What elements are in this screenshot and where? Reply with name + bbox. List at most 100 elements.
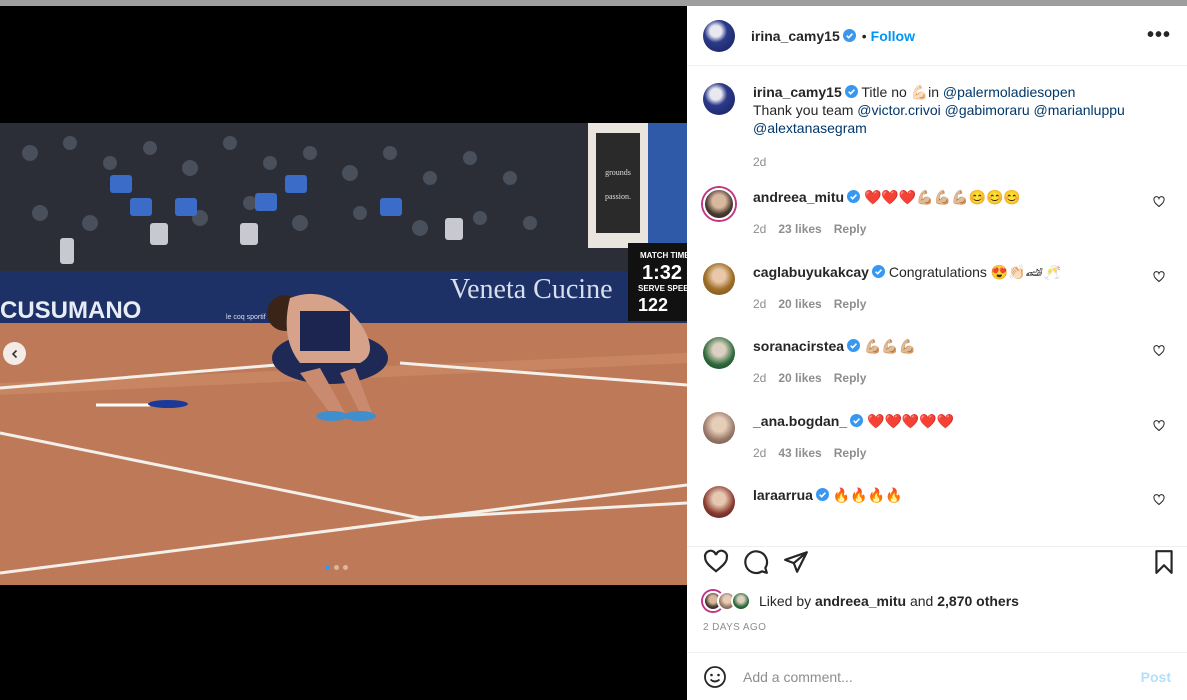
emoji-smiley-icon[interactable] [703, 665, 727, 689]
slide-dot-2 [334, 565, 339, 570]
liked-by-user[interactable]: andreea_mitu [815, 593, 906, 609]
comment-likes[interactable]: 20 likes [778, 369, 821, 387]
media-viewer: grounds passion. CUSUMANO Veneta Cucine … [0, 0, 687, 700]
chevron-left-icon [11, 349, 17, 358]
like-comment-heart-icon[interactable] [1153, 345, 1165, 357]
verified-badge-icon [842, 29, 856, 42]
comment-item: soranacirstea 💪🏼💪🏼💪🏼 2d 20 likes Reply [703, 337, 1171, 387]
brand-tag: le coq sportif [226, 314, 266, 321]
add-comment-bar: Post [687, 652, 1187, 700]
post-caption: irina_camy15 Title no 💪🏻in @palermoladie… [703, 83, 1171, 171]
browser-top-strip [0, 0, 1187, 6]
comment-username[interactable]: andreea_mitu [753, 189, 844, 205]
author-avatar[interactable] [703, 19, 735, 52]
comment-input[interactable] [743, 668, 1141, 685]
post-side-panel: irina_camy15 • Follow ••• irina_camy15 T… [687, 6, 1187, 700]
liked-by-prefix: Liked by [759, 593, 812, 609]
verified-badge-icon [847, 190, 861, 203]
comment-avatar[interactable] [703, 188, 735, 220]
like-comment-heart-icon[interactable] [1153, 420, 1165, 432]
scoreboard-title: MATCH TIME [640, 251, 687, 260]
slide-dot-1 [325, 565, 330, 570]
comment-time: 2d [753, 222, 767, 236]
sponsor-cusumano: CUSUMANO [0, 297, 141, 324]
caption-emoji: 💪🏻 [910, 84, 929, 100]
header-separator: • [861, 27, 867, 44]
comment-text: ❤️❤️❤️💪🏼💪🏼💪🏼😊😊😊 [863, 189, 1021, 205]
post-time-ago[interactable]: 2 DAYS AGO [703, 622, 766, 633]
liked-by-middle: and [909, 593, 934, 609]
comment-text: 🔥🔥🔥🔥 [832, 487, 903, 503]
mention-alextanasegram[interactable]: @alextanasegram [753, 120, 867, 136]
comment-avatar[interactable] [703, 337, 735, 369]
reply-button[interactable]: Reply [834, 369, 867, 387]
slide-dot-3 [343, 565, 348, 570]
comments-list[interactable]: irina_camy15 Title no 💪🏻in @palermoladie… [687, 67, 1187, 540]
reply-button[interactable]: Reply [834, 444, 867, 462]
comment-avatar[interactable] [703, 263, 735, 295]
liked-by-others[interactable]: 2,870 others [937, 593, 1019, 609]
comment-avatar[interactable] [703, 486, 735, 518]
liker-avatar [731, 591, 751, 611]
post-header: irina_camy15 • Follow ••• [687, 6, 1187, 66]
comment-avatar[interactable] [703, 412, 735, 444]
post-photo[interactable]: grounds passion. CUSUMANO Veneta Cucine … [0, 123, 687, 585]
banner-text-1: grounds [605, 168, 631, 177]
comment-text: ❤️❤️❤️❤️❤️ [867, 413, 955, 429]
post-comment-button[interactable]: Post [1141, 669, 1171, 685]
scoreboard-speed: 122 [638, 295, 668, 315]
scoreboard-label: SERVE SPEED [638, 284, 687, 293]
like-heart-icon[interactable] [703, 549, 729, 575]
comment-username[interactable]: _ana.bogdan_ [753, 413, 847, 429]
follow-button[interactable]: Follow [871, 28, 915, 44]
caption-text-2: in [928, 84, 943, 100]
more-options-button[interactable]: ••• [1147, 24, 1171, 47]
liked-by-row: Liked by andreea_mitu and 2,870 others [703, 591, 1019, 611]
mention-marianluppu[interactable]: @marianluppu [1034, 102, 1125, 118]
share-paper-plane-icon[interactable] [783, 549, 809, 575]
comment-username[interactable]: laraarrua [753, 487, 813, 503]
save-bookmark-icon[interactable] [1151, 549, 1177, 575]
caption-username[interactable]: irina_camy15 [753, 84, 842, 100]
reply-button[interactable]: Reply [834, 220, 867, 238]
comment-item: andreea_mitu ❤️❤️❤️💪🏼💪🏼💪🏼😊😊😊 2d 23 likes R… [703, 188, 1171, 238]
reply-button[interactable]: Reply [834, 295, 867, 313]
mention-gabimoraru[interactable]: @gabimoraru [945, 102, 1030, 118]
liked-by-avatars[interactable] [703, 591, 751, 611]
like-comment-heart-icon[interactable] [1153, 271, 1165, 283]
comment-item: caglabuyukakcay Congratulations 😍👏🏻🏎🥂 2d… [703, 263, 1171, 313]
author-username[interactable]: irina_camy15 [751, 28, 840, 44]
verified-badge-icon [847, 339, 861, 352]
comment-text: 💪🏼💪🏼💪🏼 [863, 338, 917, 354]
scoreboard-time: 1:32 [642, 262, 682, 284]
like-comment-heart-icon[interactable] [1153, 494, 1165, 506]
previous-slide-button[interactable] [3, 342, 26, 365]
comment-username[interactable]: caglabuyukakcay [753, 264, 869, 280]
verified-badge-icon [815, 488, 829, 501]
caption-text-1: Title no [861, 84, 911, 100]
sponsor-veneta: Veneta Cucine [450, 274, 613, 305]
caption-time: 2d [753, 155, 767, 169]
banner-text-2: passion. [605, 192, 631, 201]
photo-scene: grounds passion. CUSUMANO Veneta Cucine … [0, 123, 687, 585]
like-comment-heart-icon[interactable] [1153, 196, 1165, 208]
comment-time: 2d [753, 446, 767, 460]
verified-badge-icon [850, 414, 864, 427]
slide-indicator [325, 565, 348, 570]
caption-avatar[interactable] [703, 83, 735, 115]
comment-item: _ana.bogdan_ ❤️❤️❤️❤️❤️ 2d 43 likes Reply [703, 412, 1171, 462]
comment-likes[interactable]: 23 likes [778, 220, 821, 238]
comment-item: laraarrua 🔥🔥🔥🔥 [703, 486, 1171, 518]
comment-text: Congratulations 😍👏🏻🏎🥂 [888, 264, 1061, 280]
comment-likes[interactable]: 43 likes [778, 444, 821, 462]
comment-likes[interactable]: 20 likes [778, 295, 821, 313]
caption-line2-prefix: Thank you team [753, 102, 858, 118]
mention-victor-crivoi[interactable]: @victor.crivoi [857, 102, 940, 118]
comment-bubble-icon[interactable] [743, 549, 769, 575]
comment-time: 2d [753, 371, 767, 385]
verified-badge-icon [844, 85, 858, 98]
post-actions-bar [687, 546, 1187, 586]
verified-badge-icon [871, 265, 885, 278]
comment-username[interactable]: soranacirstea [753, 338, 844, 354]
mention-palermoladiesopen[interactable]: @palermoladiesopen [943, 84, 1076, 100]
